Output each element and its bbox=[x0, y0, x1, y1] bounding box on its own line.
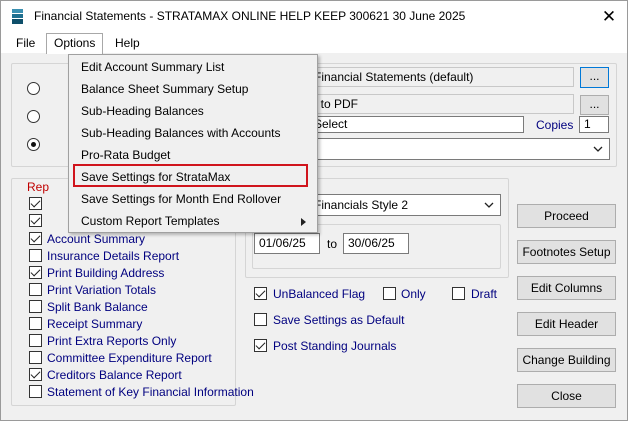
title-bar: Financial Statements - STRATAMAX ONLINE … bbox=[1, 1, 627, 33]
change-building-button[interactable]: Change Building bbox=[517, 348, 616, 372]
copies-label: Copies bbox=[536, 118, 574, 132]
menu-item-custom-report-templates[interactable]: Custom Report Templates bbox=[69, 210, 317, 232]
print-extra-reports-checkbox[interactable] bbox=[29, 334, 42, 347]
only-checkbox[interactable] bbox=[383, 287, 396, 300]
save-default-label: Save Settings as Default bbox=[273, 313, 405, 327]
template-field: Financial Statements (default) bbox=[309, 67, 574, 87]
output-radio-3[interactable] bbox=[27, 138, 40, 151]
reports-group-label: Rep bbox=[25, 180, 52, 194]
save-default-checkbox[interactable] bbox=[254, 313, 267, 326]
style-select-value: Financials Style 2 bbox=[314, 198, 409, 212]
copies-input[interactable]: 1 bbox=[579, 116, 609, 133]
proceed-button[interactable]: Proceed bbox=[517, 204, 616, 228]
receipt-summary-checkbox[interactable] bbox=[29, 317, 42, 330]
menu-help[interactable]: Help bbox=[108, 33, 147, 53]
unbalanced-flag-label: UnBalanced Flag bbox=[273, 287, 366, 301]
split-bank-balance-checkbox[interactable] bbox=[29, 300, 42, 313]
date-to-label: to bbox=[327, 237, 338, 251]
browse-template-button[interactable]: ... bbox=[580, 67, 609, 88]
menu-item-custom-report-templates-label: Custom Report Templates bbox=[81, 214, 220, 228]
account-summary-checkbox[interactable] bbox=[29, 232, 42, 245]
account-summary-label: Account Summary bbox=[47, 232, 146, 246]
report-checkbox-2[interactable] bbox=[29, 214, 42, 227]
print-variation-totals-checkbox[interactable] bbox=[29, 283, 42, 296]
statement-key-financial-checkbox[interactable] bbox=[29, 385, 42, 398]
chevron-down-icon bbox=[484, 202, 494, 208]
unbalanced-flag-checkbox[interactable] bbox=[254, 287, 267, 300]
close-window-button[interactable]: ✕ bbox=[591, 1, 627, 33]
post-standing-journals-checkbox[interactable] bbox=[254, 339, 267, 352]
menu-item-pro-rata-budget[interactable]: Pro-Rata Budget bbox=[69, 144, 317, 166]
date-from-input[interactable]: 01/06/25 bbox=[254, 233, 320, 254]
menu-options[interactable]: Options bbox=[46, 33, 104, 54]
date-to-input[interactable]: 30/06/25 bbox=[343, 233, 409, 254]
draft-checkbox[interactable] bbox=[452, 287, 465, 300]
edit-header-button[interactable]: Edit Header bbox=[517, 312, 616, 336]
menu-item-balance-sheet-summary-setup[interactable]: Balance Sheet Summary Setup bbox=[69, 78, 317, 100]
print-extra-reports-label: Print Extra Reports Only bbox=[47, 334, 177, 348]
committee-expenditure-label: Committee Expenditure Report bbox=[47, 351, 212, 365]
menu-item-save-settings-month-end-rollover[interactable]: Save Settings for Month End Rollover bbox=[69, 188, 317, 210]
only-label: Only bbox=[401, 287, 426, 301]
stratamax-app-icon bbox=[12, 9, 23, 24]
menu-item-edit-account-summary-list[interactable]: Edit Account Summary List bbox=[69, 56, 317, 78]
insurance-details-checkbox[interactable] bbox=[29, 249, 42, 262]
printer-select-field[interactable]: Select bbox=[309, 116, 524, 133]
pdf-output-field: t to PDF bbox=[309, 94, 574, 114]
window-title: Financial Statements - STRATAMAX ONLINE … bbox=[34, 9, 466, 23]
menu-file[interactable]: File bbox=[9, 33, 42, 53]
menu-bar: File Options Help bbox=[1, 33, 627, 54]
chevron-down-icon bbox=[593, 146, 603, 152]
receipt-summary-label: Receipt Summary bbox=[47, 317, 143, 331]
footnotes-setup-button[interactable]: Footnotes Setup bbox=[517, 240, 616, 264]
print-building-address-label: Print Building Address bbox=[47, 266, 165, 280]
draft-label: Draft bbox=[471, 287, 498, 301]
print-variation-totals-label: Print Variation Totals bbox=[47, 283, 156, 297]
creditors-balance-label: Creditors Balance Report bbox=[47, 368, 182, 382]
print-building-address-checkbox[interactable] bbox=[29, 266, 42, 279]
menu-item-sub-heading-balances-with-accounts[interactable]: Sub-Heading Balances with Accounts bbox=[69, 122, 317, 144]
browse-pdf-button[interactable]: ... bbox=[580, 95, 609, 115]
financial-statements-window: Financial Statements - STRATAMAX ONLINE … bbox=[0, 0, 628, 421]
highlight-annotation-box bbox=[73, 164, 308, 187]
statement-key-financial-label: Statement of Key Financial Information bbox=[47, 385, 254, 399]
close-button[interactable]: Close bbox=[517, 384, 616, 408]
split-bank-balance-label: Split Bank Balance bbox=[47, 300, 148, 314]
printer-combo[interactable] bbox=[309, 138, 610, 160]
creditors-balance-checkbox[interactable] bbox=[29, 368, 42, 381]
edit-columns-button[interactable]: Edit Columns bbox=[517, 276, 616, 300]
menu-item-sub-heading-balances[interactable]: Sub-Heading Balances bbox=[69, 100, 317, 122]
style-select[interactable]: Financials Style 2 bbox=[309, 194, 501, 216]
post-standing-journals-label: Post Standing Journals bbox=[273, 339, 397, 353]
report-checkbox-1[interactable] bbox=[29, 197, 42, 210]
submenu-arrow-icon bbox=[301, 218, 306, 226]
options-dropdown-menu: Edit Account Summary List Balance Sheet … bbox=[68, 54, 318, 233]
output-radio-1[interactable] bbox=[27, 82, 40, 95]
output-radio-2[interactable] bbox=[27, 110, 40, 123]
insurance-details-label: Insurance Details Report bbox=[47, 249, 180, 263]
committee-expenditure-checkbox[interactable] bbox=[29, 351, 42, 364]
